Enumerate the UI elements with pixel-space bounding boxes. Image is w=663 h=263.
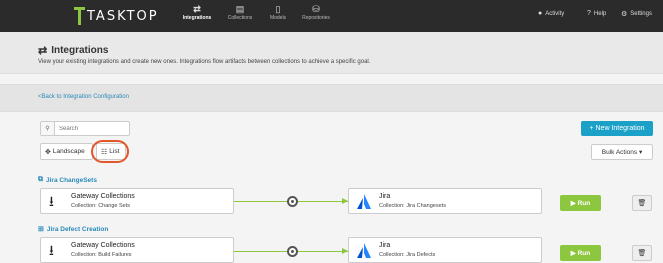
nav-activity-label: Activity [545, 10, 565, 17]
source-collection: Collection: Change Sets [71, 203, 131, 209]
page-title-text: Integrations [51, 45, 109, 56]
download-icon: ⭳ [49, 193, 54, 209]
source-collection-box[interactable]: ⭳ Gateway Collections Collection: Build … [40, 237, 234, 263]
arrows-exchange-icon: ⇄ [38, 45, 48, 57]
page-title: ⇄ Integrations [38, 44, 108, 57]
target-name: Jira [379, 193, 391, 200]
flow-node-icon [287, 196, 298, 207]
archive-icon: ▤ [235, 4, 245, 14]
bulk-actions-dropdown[interactable]: Bulk Actions ▾ [591, 144, 653, 160]
nav-help-label: Help [593, 10, 607, 17]
integration-type-icon: ⧉ [38, 176, 43, 183]
database-icon: ⛁ [312, 4, 320, 14]
logo-text: TASKTOP [87, 8, 159, 24]
nav-collections[interactable]: ▤ Collections [220, 3, 260, 31]
nav-label: Collections [227, 15, 253, 21]
source-name: Gateway Collections [71, 193, 135, 200]
search-icon[interactable]: ⚲ [41, 122, 55, 135]
tasktop-logo[interactable]: TASKTOP [74, 7, 159, 25]
back-link[interactable]: <Back to Integration Configuration [38, 94, 129, 100]
arrows-exchange-icon: ⇄ [193, 4, 201, 14]
document-icon: ▯ [275, 4, 281, 14]
help-icon: ? [587, 10, 591, 17]
landscape-label: Landscape [52, 148, 85, 155]
jira-icon [357, 243, 371, 258]
target-collection-box[interactable]: Jira Collection: Jira Defects [348, 237, 542, 263]
nav-activity[interactable]: ● Activity [538, 10, 564, 17]
target-collection: Collection: Jira Defects [379, 252, 436, 258]
highlight-annotation [91, 140, 129, 163]
run-button[interactable]: ▶ Run [560, 195, 601, 211]
jira-icon [357, 194, 371, 209]
target-collection: Collection: Jira Changesets [379, 203, 446, 209]
nav-settings-label: Settings [630, 11, 652, 17]
nav-label: Repositories [302, 15, 330, 21]
top-navbar: TASKTOP ⇄ Integrations ▤ Collections ▯ M… [0, 0, 663, 32]
flow-node-icon [287, 246, 298, 257]
download-icon: ⭳ [49, 242, 54, 258]
search-box: ⚲ [40, 121, 130, 136]
nav-settings[interactable]: ⚙ Settings [621, 10, 652, 18]
nav-models[interactable]: ▯ Models [264, 3, 292, 31]
new-integration-button[interactable]: + New Integration [581, 121, 653, 136]
bell-icon: ● [538, 10, 543, 17]
trash-icon: 🗑 [637, 250, 647, 257]
back-link-text: Back to Integration Configuration [41, 94, 129, 100]
nav-help[interactable]: ? Help [587, 10, 606, 17]
integration-title-jira-defect-creation[interactable]: ⊞ Jira Defect Creation [38, 225, 109, 234]
integration-title-text: Jira Defect Creation [46, 225, 109, 233]
gear-icon: ⚙ [621, 11, 628, 18]
integration-title-text: Jira ChangeSets [46, 176, 97, 184]
move-icon: ✥ [45, 148, 51, 156]
nav-label: Models [269, 15, 287, 21]
delete-button[interactable]: 🗑 [632, 195, 652, 211]
source-collection-box[interactable]: ⭳ Gateway Collections Collection: Change… [40, 188, 234, 214]
source-collection: Collection: Build Failures [71, 252, 132, 258]
target-collection-box[interactable]: Jira Collection: Jira Changesets [348, 188, 542, 214]
page-description: View your existing integrations and crea… [38, 59, 371, 65]
delete-button[interactable]: 🗑 [632, 245, 652, 261]
run-button[interactable]: ▶ Run [560, 245, 601, 261]
nav-repositories[interactable]: ⛁ Repositories [296, 3, 336, 31]
nav-label: Integrations [182, 15, 212, 21]
integration-type-icon: ⊞ [38, 226, 44, 233]
target-name: Jira [379, 242, 391, 249]
landscape-view-button[interactable]: ✥ Landscape [40, 143, 93, 160]
source-name: Gateway Collections [71, 242, 135, 249]
nav-integrations[interactable]: ⇄ Integrations [178, 3, 216, 31]
tasktop-logo-icon [74, 7, 85, 25]
trash-icon: 🗑 [637, 200, 647, 207]
search-input[interactable] [55, 125, 125, 132]
integration-title-jira-changesets[interactable]: ⧉ Jira ChangeSets [38, 176, 97, 184]
